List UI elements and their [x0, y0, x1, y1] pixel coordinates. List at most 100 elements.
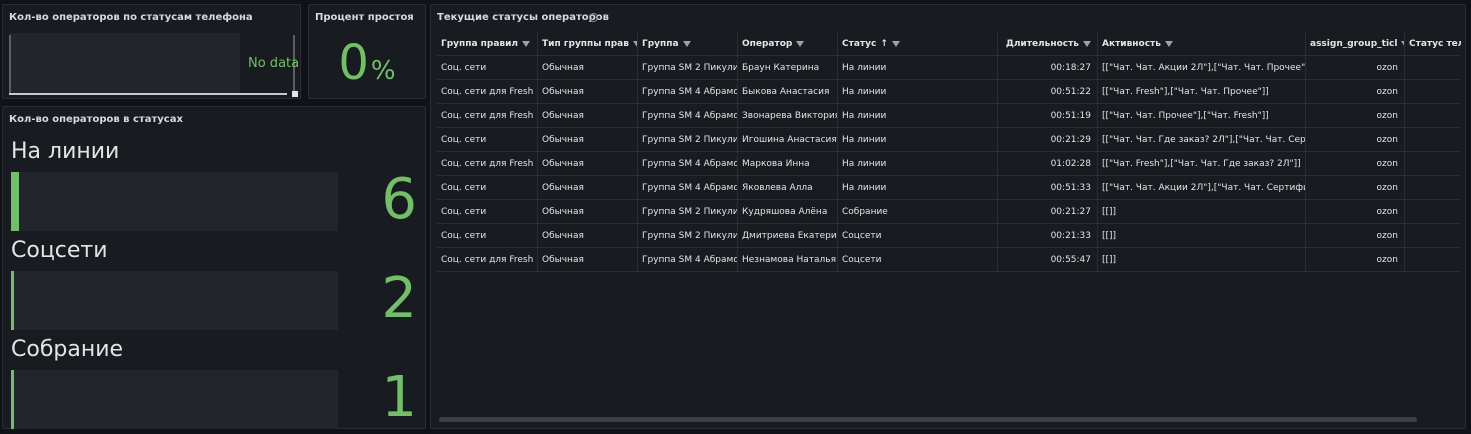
column-header[interactable]: Оператор	[737, 32, 837, 56]
stat-unit: %	[370, 56, 396, 86]
table-row[interactable]: Соц. сети для Fresh Обычная Группа SM 4 Аб…	[437, 248, 1461, 272]
bar-value: 1	[381, 365, 417, 430]
bar-label: Соцсети	[11, 238, 108, 263]
panel-title[interactable]: Кол-во операторов по статусам телефона	[9, 12, 253, 23]
column-header[interactable]: Группа	[637, 32, 737, 56]
table-cell: Браун Катерина	[737, 56, 837, 80]
bar-background	[11, 172, 338, 231]
table-cell: [["Чат. Чат. Прочее"],["Чат. Fresh"]]	[1097, 104, 1305, 128]
table-cell: [[]]	[1097, 224, 1305, 248]
table-cell: Соц. сети для Fresh	[441, 159, 534, 169]
table-cell: Обычная	[537, 152, 637, 176]
table-row[interactable]: Соц. сети Обычная Группа SM 2 Пикули Игошин…	[437, 128, 1461, 152]
table-cell: Обычная	[537, 104, 637, 128]
operator-statuses-panel: Кол-во операторов в статусах На линии 6 …	[2, 106, 426, 430]
table-cell: Соц. сети	[441, 207, 487, 217]
bar-fill	[11, 271, 14, 330]
table-cell: 01:02:28	[997, 152, 1097, 176]
table-cell: На линии	[837, 104, 997, 128]
table-cell: 00:18:27	[997, 56, 1097, 80]
table-cell: ozon	[1305, 248, 1404, 272]
panel-title[interactable]: Текущие статусы операторов	[437, 12, 609, 23]
table-cell: [[]]	[1097, 200, 1305, 224]
filter-icon[interactable]	[796, 40, 805, 47]
resize-handle[interactable]	[292, 91, 298, 97]
idle-percent-panel: Процент простоя 0%	[308, 4, 426, 99]
panel-title[interactable]: Кол-во операторов в статусах	[9, 114, 183, 125]
horizontal-scrollbar[interactable]	[439, 417, 1417, 422]
table-cell: Группа SM 4 Абрамо	[637, 176, 737, 200]
column-header[interactable]: Статус ↑	[837, 32, 997, 56]
filter-icon[interactable]	[522, 40, 531, 47]
info-icon[interactable]: i	[589, 13, 598, 22]
table-cell	[1404, 152, 1461, 176]
column-header[interactable]: Тип группы прав	[537, 32, 637, 56]
bar-fill	[11, 172, 19, 231]
table-cell: Обычная	[537, 56, 637, 80]
filter-icon[interactable]	[682, 40, 691, 47]
filter-icon[interactable]	[1164, 40, 1173, 47]
bar-fill	[11, 370, 14, 429]
table-cell: [["Чат. Чат. Где заказ? 2Л"],["Чат. Чат.…	[1097, 128, 1305, 152]
table-row[interactable]: Соц. сети Обычная Группа SM 2 Пикули Дмитри…	[437, 224, 1461, 248]
table-cell: Обычная	[537, 200, 637, 224]
table-cell: ozon	[1305, 56, 1404, 80]
table-cell: Обычная	[537, 224, 637, 248]
bar-background	[11, 271, 338, 330]
table-row[interactable]: Соц. сети для Fresh Обычная Группа SM 4 Аб…	[437, 80, 1461, 104]
table-cell: Соц. сети для Fresh	[441, 87, 534, 97]
table-cell: ozon	[1305, 224, 1404, 248]
phone-status-panel: Кол-во операторов по статусам телефона N…	[2, 4, 301, 99]
table-cell: Группа SM 2 Пикули	[637, 56, 737, 80]
table-cell	[1404, 248, 1461, 272]
column-header[interactable]: Группа правил	[437, 32, 537, 56]
table-row[interactable]: Соц. сети для Fresh Обычная Группа SM 4 Аб…	[437, 104, 1461, 128]
table-cell	[1404, 56, 1461, 80]
table-cell: Соц. сети	[441, 135, 487, 145]
table-row[interactable]: Соц. сети Обычная Группа SM 2 Пикули Браун …	[437, 56, 1461, 80]
column-header[interactable]: Длительность	[997, 32, 1097, 56]
bar-label: Собрание	[11, 337, 124, 362]
table-cell: Обычная	[537, 176, 637, 200]
current-statuses-panel: Текущие статусы операторов i Группа прав…	[430, 4, 1466, 429]
table-cell: [["Чат. Fresh"],["Чат. Чат. Прочее"]]	[1097, 80, 1305, 104]
axis-line	[9, 93, 287, 95]
bar-value: 6	[381, 167, 417, 232]
sort-ascending-icon[interactable]: ↑	[880, 39, 888, 49]
table-cell: 00:21:27	[997, 200, 1097, 224]
table-row[interactable]: Соц. сети Обычная Группа SM 2 Пикули Кудряш…	[437, 200, 1461, 224]
table-header-row: Группа правил Тип группы прав Группа Опе…	[437, 32, 1461, 56]
table-cell: ozon	[1305, 176, 1404, 200]
table-cell: 00:21:29	[997, 128, 1097, 152]
table-cell: Быкова Анастасия	[737, 80, 837, 104]
table-cell: [["Чат. Чат. Акции 2Л"],["Чат. Чат. Проч…	[1097, 56, 1305, 80]
table-cell	[1404, 104, 1461, 128]
table-cell: Соц. сети	[441, 63, 487, 73]
column-header[interactable]: assign_group_ticl	[1305, 32, 1404, 56]
stat-number: 0	[338, 35, 369, 91]
table-cell: Группа SM 4 Абрамо	[637, 104, 737, 128]
table-cell: ozon	[1305, 200, 1404, 224]
table-cell: Маркова Инна	[737, 152, 837, 176]
table-cell: ozon	[1305, 80, 1404, 104]
table-cell: [["Чат. Fresh"],["Чат. Чат. Где заказ? 2…	[1097, 152, 1305, 176]
table-cell: Незнамова Наталья	[737, 248, 837, 272]
table-cell: ozon	[1305, 152, 1404, 176]
filter-icon[interactable]	[891, 40, 900, 47]
column-header[interactable]: Активность	[1097, 32, 1305, 56]
table-cell: Звонарева Виктория	[737, 104, 837, 128]
table-row[interactable]: Соц. сети Обычная Группа SM 4 Абрамо Яковле…	[437, 176, 1461, 200]
table-cell	[1404, 176, 1461, 200]
table-cell	[1404, 128, 1461, 152]
table-cell: Соц. сети	[441, 183, 487, 193]
bar-value: 2	[381, 266, 417, 331]
bar-label: На линии	[11, 139, 120, 164]
table-cell: Группа SM 2 Пикули	[637, 200, 737, 224]
filter-icon[interactable]	[1083, 40, 1091, 47]
column-header[interactable]: Статус теле	[1404, 32, 1461, 56]
table-row[interactable]: Соц. сети для Fresh Обычная Группа SM 4 Аб…	[437, 152, 1461, 176]
table-cell: Соц. сети для Fresh	[441, 111, 534, 121]
table-cell: Собрание	[837, 200, 997, 224]
table-cell: 00:51:33	[997, 176, 1097, 200]
panel-title[interactable]: Процент простоя	[315, 12, 414, 23]
